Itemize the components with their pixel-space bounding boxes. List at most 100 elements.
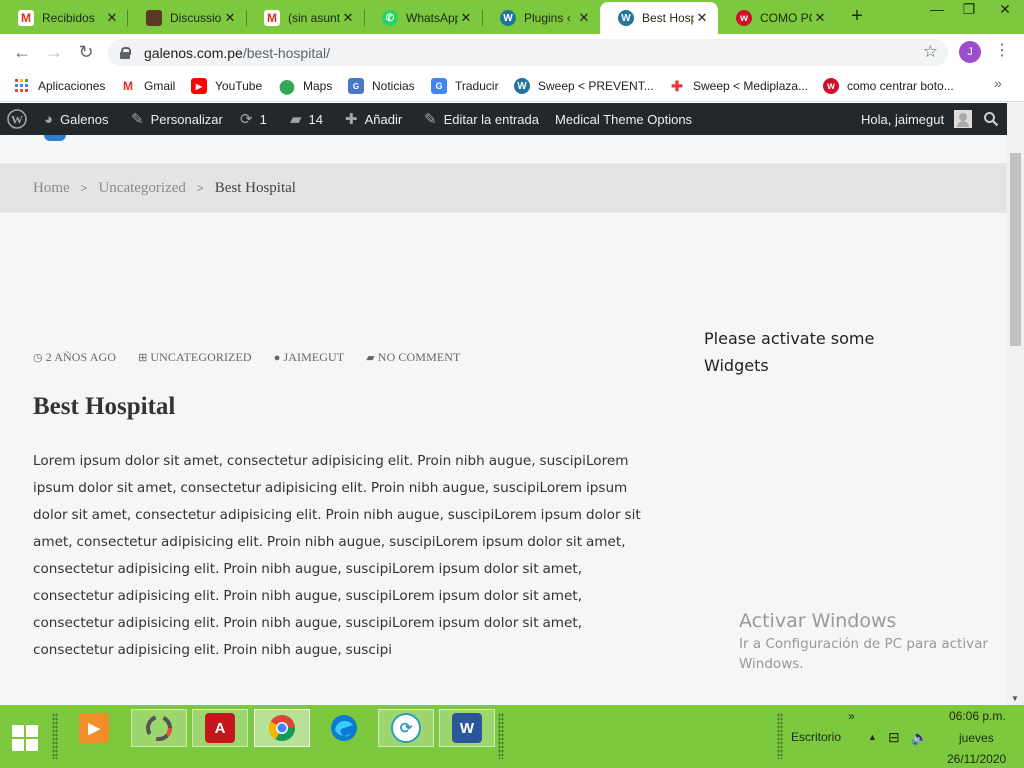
taskbar-edge[interactable] [316, 709, 372, 747]
adminbar-account[interactable]: Hola, jaimegut [861, 103, 973, 135]
clock-day[interactable]: jueves [959, 731, 994, 745]
windows-activation-watermark: Activar Windows Ir a Configuración de PC… [739, 610, 999, 674]
bookmarks-more-chevron-icon[interactable]: » [994, 75, 1002, 91]
tab-title: (sin asunt [288, 11, 340, 25]
browser-menu-icon[interactable]: ⋮ [994, 40, 1010, 62]
bookmark-noticias[interactable]: G Noticias [348, 76, 415, 96]
bookmark-apps[interactable]: Aplicaciones [14, 76, 105, 96]
adminbar-site-name[interactable]: ◕ Galenos [44, 103, 108, 135]
close-icon[interactable]: ✕ [576, 10, 592, 26]
clock-date[interactable]: 26/11/2020 [947, 752, 1006, 766]
close-icon[interactable]: ✕ [222, 10, 238, 26]
breadcrumb: Home > Uncategorized > Best Hospital [0, 163, 1007, 213]
tab-title: Best Hosp [642, 11, 694, 25]
greeting-label: Hola, jaimegut [861, 111, 945, 127]
close-icon[interactable]: ✕ [812, 10, 828, 26]
reload-icon[interactable]: ↻ [70, 42, 102, 63]
sidebar-widget-message: Please activate some Widgets [704, 329, 875, 375]
wordpress-logo-icon[interactable]: W [7, 103, 27, 135]
bookmark-label: Gmail [144, 79, 176, 93]
search-icon[interactable] [983, 103, 999, 135]
close-icon[interactable]: ✕ [104, 10, 120, 26]
tab-plugins[interactable]: W Plugins ‹ ✕ [482, 2, 600, 34]
adminbar-theme-options[interactable]: Medical Theme Options [555, 103, 692, 135]
tab-recibidos[interactable]: M Recibidos ✕ [0, 2, 128, 34]
taskbar-grip [777, 713, 783, 759]
scroll-down-arrow-icon[interactable]: ▼ [1011, 694, 1019, 703]
tab-como-pc[interactable]: w COMO PC ✕ [718, 2, 836, 34]
site-logo[interactable] [44, 135, 66, 141]
forward-arrow-icon[interactable]: → [38, 42, 70, 63]
user-icon: ● [273, 351, 281, 364]
post-author[interactable]: ● JAIMEGUT [274, 350, 345, 365]
bookmark-traducir[interactable]: G Traducir [431, 76, 499, 96]
add-new-label: Añadir [364, 111, 403, 127]
tab-discussion[interactable]: Discussior ✕ [128, 2, 246, 34]
taskbar-acrobat[interactable]: A [192, 709, 248, 747]
bookmark-gmail[interactable]: M Gmail [120, 76, 175, 96]
taskbar-loading-app[interactable] [131, 709, 187, 747]
adminbar-edit-post[interactable]: ✎ Editar la entrada [424, 103, 539, 135]
media-player-icon: ▶ [79, 713, 109, 743]
breadcrumb-category[interactable]: Uncategorized [98, 180, 185, 197]
adminbar-comments[interactable]: ▰ 14 [290, 103, 323, 135]
page-scrollbar[interactable]: ▼ [1007, 103, 1024, 705]
adminbar-customize[interactable]: ✎ Personalizar [131, 103, 223, 135]
profile-avatar[interactable]: J [959, 41, 981, 63]
bookmark-como-centrar[interactable]: w como centrar boto... [823, 76, 954, 96]
tab-sin-asunto[interactable]: M (sin asunt ✕ [246, 2, 364, 34]
scrollbar-thumb[interactable] [1010, 153, 1021, 346]
clock-icon: ◷ [33, 352, 43, 364]
plus-icon: ✚ [345, 111, 358, 128]
bookmark-label: Noticias [372, 79, 415, 93]
breadcrumb-separator: > [80, 180, 88, 195]
close-icon[interactable]: ✕ [458, 10, 474, 26]
breadcrumb-current: Best Hospital [214, 179, 296, 196]
taskbar-media-player[interactable]: ▶ [66, 709, 122, 747]
network-icon[interactable]: ⊟ [888, 729, 900, 746]
sitemap-icon: ⊞ [138, 352, 148, 364]
toolbar-expand-chevron[interactable]: » [848, 709, 855, 723]
updates-icon: ⟳ [240, 111, 253, 128]
post-comments-label: NO COMMENT [377, 350, 461, 364]
window-close-button[interactable]: ✕ [988, 0, 1022, 20]
bookmark-maps[interactable]: ⬤ Maps [279, 76, 332, 96]
minimize-button[interactable]: — [920, 0, 954, 20]
tray-show-hidden-icon[interactable]: ▲ [868, 732, 877, 742]
address-bar[interactable]: galenos.com.pe/best-hospital/ ☆ [108, 39, 948, 66]
taskbar-sync-app[interactable]: ⟳ [378, 709, 434, 747]
wp-admin-bar: W ◕ Galenos ✎ Personalizar ⟳ 1 ▰ 14 ✚ Añ… [0, 103, 1007, 135]
post-category[interactable]: ⊞ UNCATEGORIZED [138, 350, 252, 365]
taskbar-chrome[interactable] [254, 709, 310, 747]
restore-button[interactable]: ❐ [952, 0, 986, 20]
comments-icon: ▰ [366, 352, 375, 364]
post-date: ◷ 2 AÑOS AGO [33, 350, 116, 365]
adminbar-add-new[interactable]: ✚ Añadir [345, 103, 402, 135]
comments-count: 14 [308, 111, 324, 127]
post-category-label: UNCATEGORIZED [150, 350, 252, 364]
windows-taskbar: ▶ A ⟳ W » Escritorio ▲ ⊟ 🔈 06:06 p.m. ju… [0, 705, 1024, 768]
bookmark-sweep-mediplaza[interactable]: ✚ Sweep < Mediplaza... [669, 76, 808, 96]
back-arrow-icon[interactable]: ← [6, 42, 38, 63]
breadcrumb-home[interactable]: Home [33, 180, 70, 197]
youtube-icon: ▶ [191, 78, 207, 94]
lock-icon[interactable] [120, 46, 131, 59]
new-tab-button[interactable]: + [846, 6, 868, 28]
bookmark-sweep-prevent[interactable]: W Sweep < PREVENT... [514, 76, 654, 96]
close-icon[interactable]: ✕ [340, 10, 356, 26]
tab-whatsapp[interactable]: ✆ WhatsApp ✕ [364, 2, 482, 34]
post-comments[interactable]: ▰ NO COMMENT [366, 350, 460, 365]
desktop-toolbar-label[interactable]: Escritorio [791, 730, 841, 744]
gmail-icon: M [18, 10, 34, 26]
bookmark-label: Sweep < PREVENT... [538, 79, 654, 93]
svg-text:W: W [11, 113, 23, 127]
windows-start-icon[interactable] [12, 725, 38, 751]
taskbar-word[interactable]: W [439, 709, 495, 747]
tab-best-hospital[interactable]: W Best Hosp ✕ [600, 2, 718, 34]
adminbar-updates[interactable]: ⟳ 1 [240, 103, 267, 135]
bookmark-star-icon[interactable]: ☆ [923, 42, 938, 62]
volume-icon[interactable]: 🔈 [911, 729, 928, 746]
bookmark-youtube[interactable]: ▶ YouTube [191, 76, 262, 96]
clock-time[interactable]: 06:06 p.m. [949, 709, 1006, 723]
close-icon[interactable]: ✕ [694, 10, 710, 26]
